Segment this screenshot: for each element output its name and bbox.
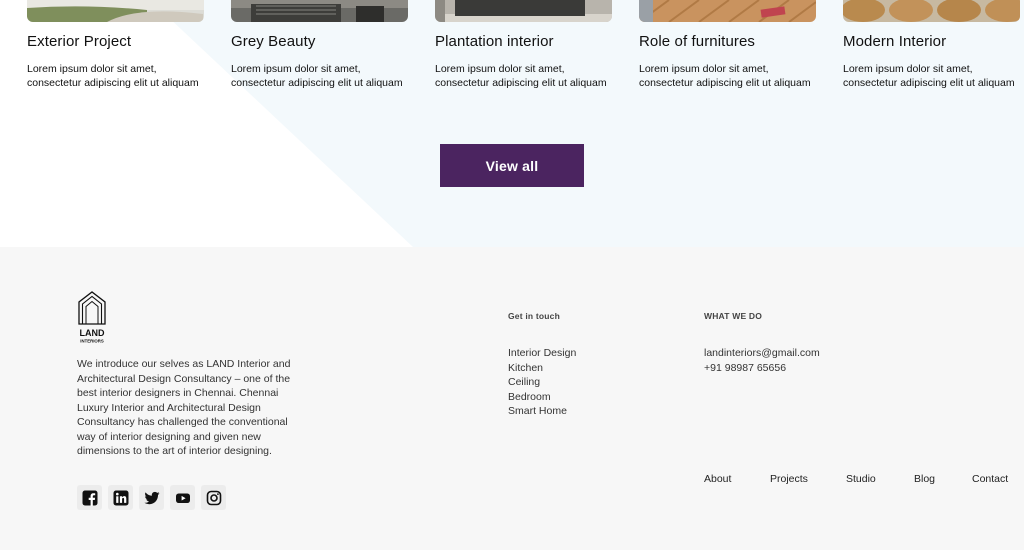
view-all-button[interactable]: View all xyxy=(440,144,584,187)
project-description: Lorem ipsum dolor sit amet, consectetur … xyxy=(639,63,811,89)
nav-link-studio[interactable]: Studio xyxy=(846,473,876,485)
services-list: Interior Design Kitchen Ceiling Bedroom … xyxy=(508,346,576,419)
project-thumbnail[interactable] xyxy=(231,0,408,22)
services-link[interactable]: Ceiling xyxy=(508,375,576,390)
project-card[interactable]: Exterior Project Lorem ipsum dolor sit a… xyxy=(27,0,204,90)
instagram-icon xyxy=(206,490,221,505)
project-title: Plantation interior xyxy=(435,33,554,50)
facebook-icon xyxy=(82,490,97,506)
services-link[interactable]: Smart Home xyxy=(508,404,576,419)
company-description: We introduce our selves as LAND Interior… xyxy=(77,358,291,457)
project-cards: Exterior Project Lorem ipsum dolor sit a… xyxy=(27,0,1020,90)
project-title: Grey Beauty xyxy=(231,33,316,50)
services-link[interactable]: Bedroom xyxy=(508,390,576,405)
project-thumbnail[interactable] xyxy=(435,0,612,22)
logo-subtext: INTERIORS xyxy=(80,339,104,344)
nav-link-blog[interactable]: Blog xyxy=(914,473,935,485)
project-thumbnail[interactable] xyxy=(27,0,204,22)
nav-link-about[interactable]: About xyxy=(704,473,731,485)
footer: LAND INTERIORS We introduce our selves a… xyxy=(0,247,1024,550)
email-link[interactable]: landinteriors@gmail.com xyxy=(704,346,820,361)
land-interiors-logo[interactable]: LAND INTERIORS xyxy=(77,290,107,344)
project-title: Modern Interior xyxy=(843,33,947,50)
logo-text: LAND xyxy=(80,328,105,338)
services-link[interactable]: Kitchen xyxy=(508,361,576,376)
project-card[interactable]: Plantation interior Lorem ipsum dolor si… xyxy=(435,0,612,90)
project-title: Exterior Project xyxy=(27,33,132,50)
projects-section: Exterior Project Lorem ipsum dolor sit a… xyxy=(0,0,1024,247)
nav-link-projects[interactable]: Projects xyxy=(770,473,808,485)
project-description: Lorem ipsum dolor sit amet, consectetur … xyxy=(843,63,1015,89)
services-link[interactable]: Interior Design xyxy=(508,346,576,361)
footer-nav: About Projects Studio Blog Contact xyxy=(0,473,1024,489)
project-thumbnail[interactable] xyxy=(639,0,816,22)
what-we-do-heading: WHAT WE DO xyxy=(704,311,763,321)
project-card[interactable]: Grey Beauty Lorem ipsum dolor sit amet, … xyxy=(231,0,408,90)
project-title: Role of furnitures xyxy=(639,33,756,50)
linkedin-icon xyxy=(113,490,128,505)
contact-list: landinteriors@gmail.com +91 98987 65656 xyxy=(704,346,820,375)
phone-link[interactable]: +91 98987 65656 xyxy=(704,361,820,376)
youtube-icon xyxy=(175,493,190,503)
project-description: Lorem ipsum dolor sit amet, consectetur … xyxy=(231,63,403,89)
project-description: Lorem ipsum dolor sit amet, consectetur … xyxy=(435,63,607,89)
nav-link-contact[interactable]: Contact xyxy=(972,473,1008,485)
twitter-icon xyxy=(144,491,159,504)
project-card[interactable]: Role of furnitures Lorem ipsum dolor sit… xyxy=(639,0,816,90)
get-in-touch-heading: Get in touch xyxy=(508,311,560,321)
project-card[interactable]: Modern Interior Lorem ipsum dolor sit am… xyxy=(843,0,1020,90)
project-thumbnail[interactable] xyxy=(843,0,1020,22)
project-description: Lorem ipsum dolor sit amet, consectetur … xyxy=(27,63,199,89)
